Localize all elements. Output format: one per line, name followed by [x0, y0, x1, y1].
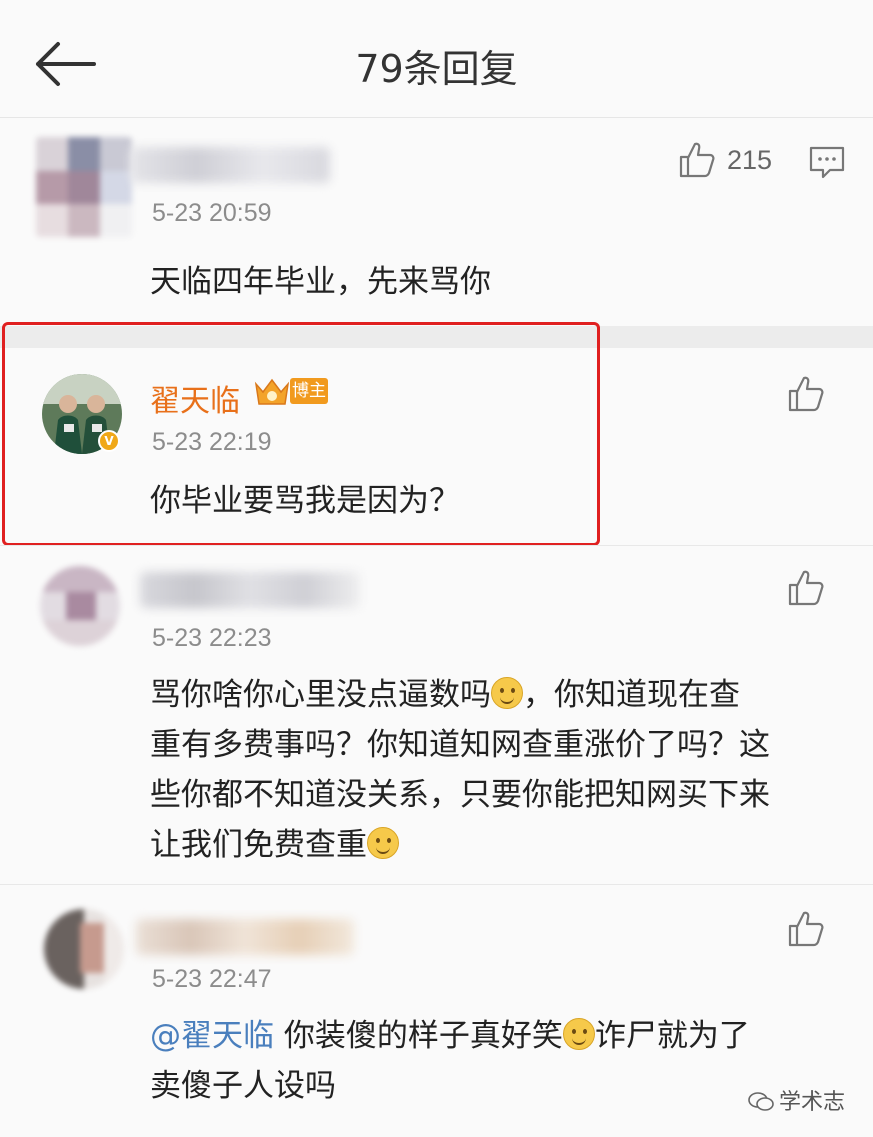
original-comment: 5-23 20:59 天临四年毕业，先来骂你 215 — [0, 119, 873, 326]
like-button[interactable] — [786, 909, 826, 949]
grin-sweat-emoji-icon — [562, 1018, 595, 1050]
username-blurred — [130, 147, 330, 183]
username-blurred — [136, 919, 354, 955]
comment-text: 天临四年毕业，先来骂你 — [150, 264, 491, 300]
like-count: 215 — [727, 145, 773, 175]
highlight-frame — [2, 322, 600, 546]
page: 79条回复 5-23 20:59 天临四年毕业，先来骂你 215 V 翟天临 博… — [0, 0, 873, 1137]
like-button[interactable] — [786, 374, 826, 414]
smile-emoji-icon — [367, 827, 399, 859]
like-button[interactable] — [677, 140, 717, 180]
comment-time: 5-23 22:23 — [152, 624, 272, 652]
avatar[interactable] — [40, 566, 120, 646]
wechat-icon — [748, 1092, 774, 1111]
comment-time: 5-23 22:47 — [152, 965, 272, 993]
reply-item: 5-23 22:47 @翟天临 你装傻的样子真好笑 诈尸就为了 卖傻子人设吗 — [0, 884, 873, 1137]
page-title: 79条回复 — [355, 47, 518, 91]
username-blurred — [140, 572, 360, 608]
top-bar: 79条回复 — [0, 0, 873, 118]
comment-text: 骂你啥你心里没点逼数吗 ，你知道现在查 重有多费事吗？你知道知网查重涨价了吗？这 … — [150, 677, 770, 863]
thumbs-up-icon — [788, 911, 824, 947]
like-button[interactable] — [786, 568, 826, 608]
mention-link[interactable]: @翟天临 — [150, 1018, 274, 1054]
comment-time: 5-23 20:59 — [152, 199, 272, 227]
reply-comment-icon — [809, 146, 845, 179]
thumbs-up-icon — [679, 142, 715, 178]
reply-item: 5-23 22:23 骂你啥你心里没点逼数吗 ，你知道现在查 重有多费事吗？你知道… — [0, 545, 873, 883]
thumbs-up-icon — [788, 376, 824, 412]
thumbs-up-icon — [788, 570, 824, 606]
avatar[interactable] — [36, 137, 132, 237]
avatar[interactable] — [44, 909, 124, 989]
watermark: 学术志 — [747, 1084, 845, 1116]
comment-text: @翟天临 你装傻的样子真好笑 诈尸就为了 卖傻子人设吗 — [150, 1018, 750, 1104]
smile-emoji-icon — [491, 677, 523, 709]
reply-button[interactable] — [808, 145, 846, 181]
